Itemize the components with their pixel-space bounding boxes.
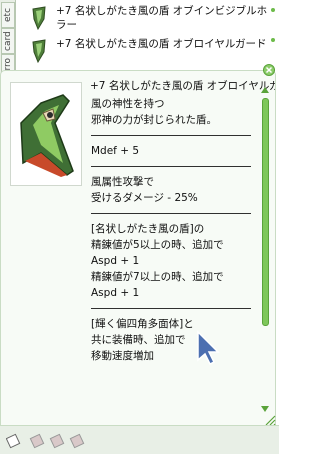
separator [91, 166, 251, 167]
item-image [10, 82, 82, 186]
list-item[interactable]: +7 名状しがたき風の盾 オブロイヤルガード [16, 35, 274, 67]
shield-item-icon [20, 94, 74, 177]
description-line: 共に装備時、追加で [91, 334, 186, 346]
description-line: [名状しがたき風の盾]の [91, 223, 205, 235]
separator [91, 213, 251, 214]
list-item-label: +7 名状しがたき風の盾 オブインビジブルホラー [56, 5, 268, 31]
bottom-toolbar [0, 425, 279, 454]
shield-item-icon [32, 39, 46, 64]
description-line: Mdef + 5 [91, 145, 140, 157]
scrollbar-thumb[interactable] [262, 98, 269, 326]
description-line: 移動速度増加 [91, 350, 154, 362]
cursor-arrow-icon [197, 330, 220, 366]
tab-etc[interactable]: etc [1, 2, 15, 28]
description-line: 受けるダメージ - 25% [91, 192, 198, 204]
scroll-up-button[interactable] [260, 85, 270, 95]
tab-card[interactable]: card [1, 28, 15, 54]
description-line: 精錬値が7以上の時、追加で [91, 271, 224, 283]
description-line: 精錬値が5以上の時、追加で [91, 239, 224, 251]
list-item[interactable]: +7 名状しがたき風の盾 オブインビジブルホラー [16, 2, 274, 34]
description-line: 邪神の力が封じられた盾。 [91, 114, 217, 126]
close-button[interactable] [263, 64, 275, 76]
scroll-down-button[interactable] [260, 404, 270, 414]
description-line: Aspd + 1 [91, 255, 140, 267]
description-line: [輝く偏四角多面体]と [91, 318, 194, 330]
item-title: +7 名状しがたき風の盾 オブロイヤルガード [90, 80, 275, 92]
item-description: 風の神性を持つ 邪神の力が封じられた盾。 Mdef + 5 風属性攻撃で 受ける… [91, 96, 256, 416]
description-line: 風属性攻撃で [91, 176, 154, 188]
separator [91, 308, 251, 309]
equip-slots-icons [6, 433, 85, 449]
shield-item-icon [32, 6, 46, 31]
list-item-label: +7 名状しがたき風の盾 オブロイヤルガード [56, 38, 267, 50]
description-line: Aspd + 1 [91, 287, 140, 299]
close-icon [265, 66, 273, 74]
description-line: 風の神性を持つ [91, 98, 165, 110]
scroll-up-icon [261, 87, 269, 93]
separator [91, 135, 251, 136]
scroll-down-icon [261, 406, 269, 412]
